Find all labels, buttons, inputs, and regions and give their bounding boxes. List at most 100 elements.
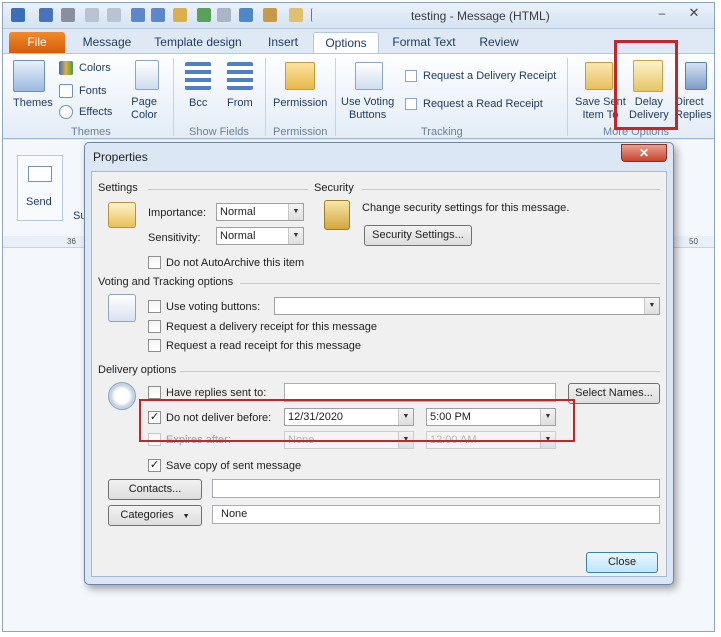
- group-separator: [173, 58, 174, 136]
- page-color-button[interactable]: Page Color: [131, 96, 157, 122]
- printer-icon[interactable]: [61, 8, 75, 22]
- send-envelope-icon: [28, 166, 52, 182]
- delivery-clock-icon: [108, 382, 136, 410]
- categories-button[interactable]: Categories ▼: [108, 505, 202, 526]
- read-receipt-checkbox[interactable]: [148, 339, 161, 352]
- sensitivity-dropdown[interactable]: Normal ▼: [216, 227, 304, 245]
- security-settings-button[interactable]: Security Settings...: [364, 225, 472, 246]
- save-icon[interactable]: [39, 8, 53, 22]
- group-separator: [265, 58, 266, 136]
- page-color-icon[interactable]: [135, 60, 159, 90]
- bcc-icon[interactable]: [185, 62, 211, 90]
- window-close-button[interactable]: ✕: [679, 5, 709, 23]
- contacts-field[interactable]: [212, 479, 660, 498]
- outlook-app-icon[interactable]: [11, 8, 25, 22]
- themes-icon[interactable]: [13, 60, 45, 92]
- delivery-receipt-label: Request a delivery receipt for this mess…: [166, 321, 377, 333]
- permission-icon[interactable]: [285, 62, 315, 90]
- security-description: Change security settings for this messag…: [362, 202, 570, 214]
- sensitivity-label: Sensitivity:: [148, 232, 201, 244]
- customize-qat-icon[interactable]: [311, 8, 319, 22]
- effects-icon: [59, 105, 73, 119]
- divider: [148, 189, 308, 190]
- categories-field[interactable]: None: [212, 505, 660, 524]
- select-names-button[interactable]: Select Names...: [568, 383, 660, 404]
- tracking-group-label: Tracking: [421, 126, 463, 138]
- from-icon[interactable]: [227, 62, 253, 90]
- dialog-close-x-button[interactable]: ✕: [621, 144, 667, 162]
- dialog-title: Properties: [93, 150, 148, 164]
- envelope-icon[interactable]: [217, 8, 231, 22]
- fonts-button[interactable]: Fonts: [79, 85, 107, 97]
- have-replies-checkbox[interactable]: [148, 386, 161, 399]
- title-bar: testing - Message (HTML) – ✕: [3, 3, 714, 29]
- contacts-button[interactable]: Contacts...: [108, 479, 202, 500]
- divider: [180, 371, 660, 372]
- save-sent-item-icon[interactable]: [585, 62, 613, 90]
- undo-icon[interactable]: [85, 8, 99, 22]
- chevron-down-icon: ▼: [288, 204, 303, 220]
- voting-buttons-icon[interactable]: [355, 62, 383, 90]
- up-arrow-icon[interactable]: [131, 8, 145, 22]
- security-heading: Security: [314, 182, 354, 194]
- window-title: testing - Message (HTML): [411, 9, 550, 23]
- read-receipt-label: Request a read receipt for this message: [166, 340, 362, 352]
- attach-icon[interactable]: [173, 8, 187, 22]
- save-copy-label: Save copy of sent message: [166, 460, 302, 472]
- voting-icon: [108, 294, 136, 322]
- themes-button[interactable]: Themes: [13, 97, 53, 109]
- delay-delivery-highlight: [614, 40, 678, 130]
- from-button[interactable]: From: [227, 97, 253, 109]
- redo-icon[interactable]: [107, 8, 121, 22]
- colors-button[interactable]: Colors: [79, 62, 111, 74]
- bcc-button[interactable]: Bcc: [189, 97, 207, 109]
- voting-buttons-dropdown[interactable]: ▼: [274, 297, 660, 315]
- globe-icon[interactable]: [197, 8, 211, 22]
- send-label: Send: [26, 196, 52, 208]
- tab-options[interactable]: Options: [313, 32, 379, 53]
- chevron-down-icon: ▼: [644, 298, 659, 314]
- autoarchive-label: Do not AutoArchive this item: [166, 257, 305, 269]
- tab-file[interactable]: File: [9, 32, 65, 53]
- request-delivery-receipt-checkbox[interactable]: [405, 70, 417, 82]
- close-button[interactable]: Close: [586, 552, 658, 573]
- deliver-before-highlight: [139, 399, 575, 442]
- settings-heading: Settings: [98, 182, 138, 194]
- settings-icon: [108, 202, 136, 228]
- delivery-receipt-checkbox[interactable]: [148, 320, 161, 333]
- ribbon-tabs: File Message Template design Insert Opti…: [3, 29, 714, 53]
- effects-button[interactable]: Effects: [79, 106, 112, 118]
- folder-icon[interactable]: [289, 8, 303, 22]
- ruler-mark-50: 50: [689, 237, 698, 246]
- save-copy-checkbox[interactable]: ✓: [148, 459, 161, 472]
- minimize-button[interactable]: –: [653, 6, 671, 22]
- divider: [362, 189, 660, 190]
- request-read-receipt-checkbox[interactable]: [405, 98, 417, 110]
- properties-dialog: Properties ✕ Settings Importance: Normal…: [84, 142, 674, 585]
- checkmark-icon[interactable]: [239, 8, 253, 22]
- use-voting-checkbox[interactable]: [148, 300, 161, 313]
- permission-button[interactable]: Permission: [273, 97, 327, 109]
- autoarchive-checkbox[interactable]: [148, 256, 161, 269]
- group-separator: [567, 58, 568, 136]
- tab-insert[interactable]: Insert: [257, 32, 309, 53]
- tab-message[interactable]: Message: [75, 32, 139, 53]
- tab-template-design[interactable]: Template design: [145, 32, 251, 53]
- themes-group-label: Themes: [71, 126, 111, 138]
- tab-format-text[interactable]: Format Text: [385, 32, 463, 53]
- use-voting-buttons-button[interactable]: Use Voting Buttons: [341, 96, 394, 122]
- format-icon[interactable]: [263, 8, 277, 22]
- voting-tracking-heading: Voting and Tracking options: [98, 276, 234, 288]
- tab-review[interactable]: Review: [469, 32, 529, 53]
- send-button[interactable]: Send: [17, 155, 63, 221]
- request-delivery-receipt-label: Request a Delivery Receipt: [423, 70, 557, 82]
- use-voting-label: Use voting buttons:: [166, 301, 261, 313]
- ribbon-options: Themes Colors Fonts Effects Page Color T…: [3, 53, 714, 139]
- ruler-mark-36: 36: [67, 237, 76, 246]
- group-separator: [335, 58, 336, 136]
- down-arrow-icon[interactable]: [151, 8, 165, 22]
- importance-label: Importance:: [148, 207, 207, 219]
- importance-dropdown[interactable]: Normal ▼: [216, 203, 304, 221]
- direct-replies-button[interactable]: Direct Replies: [675, 96, 712, 122]
- direct-replies-icon[interactable]: [685, 62, 707, 90]
